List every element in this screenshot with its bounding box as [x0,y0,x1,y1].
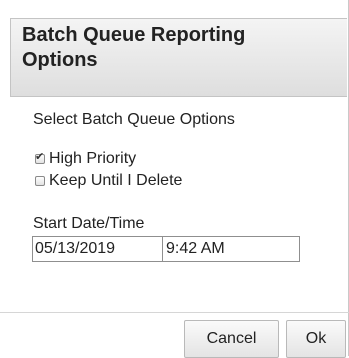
keep-until-delete-checkbox[interactable] [35,176,45,186]
footer-divider [0,312,349,313]
keep-until-delete-label[interactable]: Keep Until I Delete [49,172,182,190]
start-time-field[interactable]: 9:42 AM [163,237,299,261]
checkmark-icon: ✔ [35,151,45,163]
high-priority-checkbox[interactable]: ✔ [35,151,45,164]
ok-button[interactable]: Ok [286,320,346,358]
start-datetime-label: Start Date/Time [33,215,145,232]
dialog-title: Batch Queue Reporting Options [22,24,246,71]
cancel-button[interactable]: Cancel [184,320,279,358]
start-datetime-input: 05/13/2019 9:42 AM [32,236,300,262]
start-date-field[interactable]: 05/13/2019 [33,237,163,261]
batch-queue-dialog: Batch Queue Reporting Options Select Bat… [0,0,349,358]
dialog-title-bar[interactable]: Batch Queue Reporting Options [10,18,347,97]
option-keep-until-delete[interactable]: Keep Until I Delete [35,172,182,190]
option-high-priority[interactable]: ✔ High Priority [35,150,136,168]
section-heading: Select Batch Queue Options [33,111,235,128]
high-priority-label[interactable]: High Priority [49,150,136,168]
